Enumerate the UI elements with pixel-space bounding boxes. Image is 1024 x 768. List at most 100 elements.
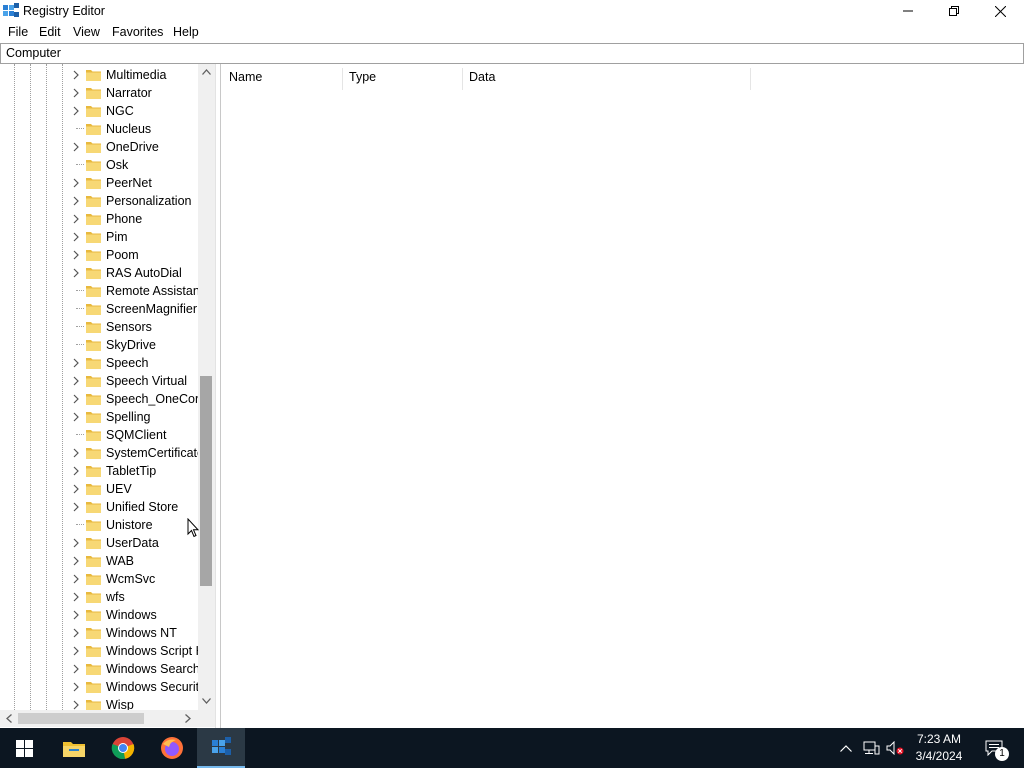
tree-item[interactable]: Windows Search [70,660,198,678]
tree-item[interactable]: TabletTip [70,462,198,480]
tree-item[interactable]: ScreenMagnifier [70,300,198,318]
tree-item[interactable]: RAS AutoDial [70,264,198,282]
scroll-right-arrow-icon[interactable] [185,714,191,723]
tree-item[interactable]: Speech_OneCore [70,390,198,408]
chevron-right-icon[interactable] [70,105,82,117]
chevron-right-icon[interactable] [70,501,82,513]
chevron-right-icon[interactable] [70,465,82,477]
tree-item[interactable]: Windows Script Host [70,642,198,660]
tree-item[interactable]: Personalization [70,192,198,210]
chevron-right-icon[interactable] [70,609,82,621]
tree-item[interactable]: Narrator [70,84,198,102]
column-header-name[interactable]: Name [221,68,342,90]
tree-item[interactable]: SkyDrive [70,336,198,354]
taskbar-chrome[interactable] [99,728,147,768]
chevron-right-icon[interactable] [70,357,82,369]
restore-icon [949,6,959,16]
volume-button[interactable] [884,728,906,768]
chevron-right-icon[interactable] [70,699,82,710]
tree-item[interactable]: Poom [70,246,198,264]
network-status-button[interactable] [860,728,882,768]
start-button[interactable] [0,728,48,768]
tree-item[interactable]: Remote Assistance [70,282,198,300]
tree-item[interactable]: SQMClient [70,426,198,444]
chevron-right-icon[interactable] [70,573,82,585]
column-header-type[interactable]: Type [341,68,461,90]
taskbar-clock[interactable]: 7:23 AM 3/4/2024 [905,731,973,765]
chevron-right-icon[interactable] [70,141,82,153]
column-divider[interactable] [750,68,751,90]
chevron-right-icon[interactable] [70,231,82,243]
volume-muted-icon [886,741,904,755]
tree-item[interactable]: Speech Virtual [70,372,198,390]
tree-item[interactable]: Pim [70,228,198,246]
tree-item[interactable]: Windows NT [70,624,198,642]
tree-item[interactable]: Unistore [70,516,198,534]
tree-item[interactable]: Speech [70,354,198,372]
tree-item[interactable]: UEV [70,480,198,498]
chevron-right-icon[interactable] [70,411,82,423]
tree-vertical-scrollbar[interactable] [198,64,215,710]
close-button[interactable] [977,0,1023,22]
tree-item[interactable]: Unified Store [70,498,198,516]
chevron-right-icon[interactable] [70,177,82,189]
chevron-right-icon[interactable] [70,645,82,657]
action-center-button[interactable]: 1 [980,728,1009,768]
chevron-right-icon[interactable] [70,681,82,693]
chevron-right-icon[interactable] [70,375,82,387]
taskbar-file-explorer[interactable] [50,728,98,768]
chevron-right-icon[interactable] [70,537,82,549]
tree-item[interactable]: Osk [70,156,198,174]
registry-tree[interactable]: Multimedia Narrator NGC Nucleus OneDrive Osk P… [0,64,216,728]
tree-item[interactable]: PeerNet [70,174,198,192]
tree-item[interactable]: WAB [70,552,198,570]
scroll-up-arrow-icon[interactable] [202,69,211,75]
tree-item[interactable]: SystemCertificates [70,444,198,462]
tree-item[interactable]: NGC [70,102,198,120]
restore-button[interactable] [931,0,977,22]
menu-view[interactable]: View [73,25,100,39]
column-header-data[interactable]: Data [461,68,749,90]
chevron-right-icon[interactable] [70,195,82,207]
scroll-down-arrow-icon[interactable] [202,698,211,704]
chevron-right-icon[interactable] [70,627,82,639]
tree-item[interactable]: OneDrive [70,138,198,156]
tree-item[interactable]: wfs [70,588,198,606]
tree-vertical-scroll-thumb[interactable] [200,376,212,586]
chevron-right-icon[interactable] [70,213,82,225]
tree-horizontal-scrollbar[interactable] [0,710,198,727]
menu-favorites[interactable]: Favorites [112,25,163,39]
minimize-button[interactable] [885,0,931,22]
tree-item[interactable]: Nucleus [70,120,198,138]
chevron-right-icon[interactable] [70,555,82,567]
tree-item[interactable]: Spelling [70,408,198,426]
chevron-right-icon[interactable] [70,447,82,459]
chevron-right-icon[interactable] [70,69,82,81]
chevron-right-icon[interactable] [70,267,82,279]
show-hidden-icons-button[interactable] [836,728,856,768]
folder-icon [86,106,101,117]
tree-item[interactable]: Sensors [70,318,198,336]
tree-item[interactable]: Windows Security [70,678,198,696]
taskbar-registry-editor[interactable] [197,728,245,768]
tree-item[interactable]: UserData [70,534,198,552]
values-list[interactable]: Name Type Data [220,64,1024,728]
menu-help[interactable]: Help [173,25,199,39]
tree-item[interactable]: Wisp [70,696,198,710]
tree-item[interactable]: Windows [70,606,198,624]
chevron-right-icon[interactable] [70,663,82,675]
chevron-right-icon[interactable] [70,483,82,495]
chevron-right-icon[interactable] [70,249,82,261]
chevron-right-icon[interactable] [70,591,82,603]
tree-horizontal-scroll-thumb[interactable] [18,713,144,724]
taskbar-firefox[interactable] [148,728,196,768]
address-bar[interactable]: Computer [0,43,1024,64]
tree-item[interactable]: Multimedia [70,66,198,84]
tree-item[interactable]: WcmSvc [70,570,198,588]
menu-edit[interactable]: Edit [39,25,61,39]
scroll-left-arrow-icon[interactable] [6,714,12,723]
chevron-right-icon[interactable] [70,393,82,405]
menu-file[interactable]: File [8,25,28,39]
tree-item[interactable]: Phone [70,210,198,228]
chevron-right-icon[interactable] [70,87,82,99]
